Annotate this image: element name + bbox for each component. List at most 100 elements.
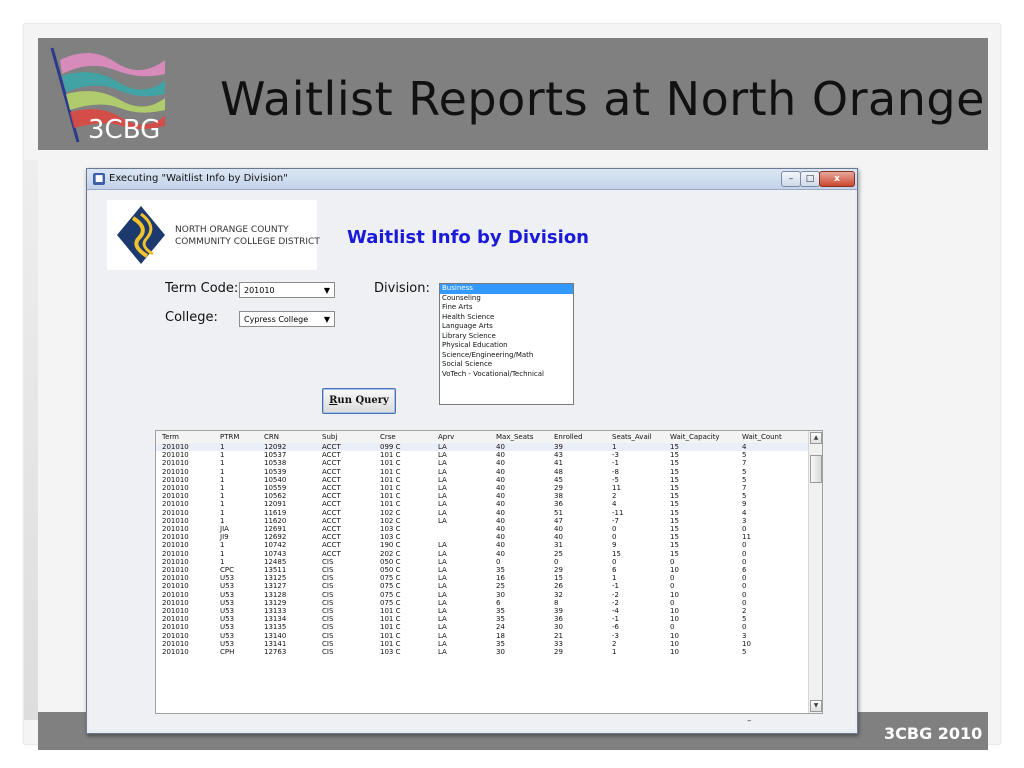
grid-column-header[interactable]: PTRM [220, 433, 239, 441]
term-code-select[interactable]: 201010 ▼ [239, 282, 335, 298]
table-row[interactable]: 201010 1 10538 ACCT 101 C LA 40 41 -1 15 7 [156, 459, 808, 467]
table-cell: 10540 [264, 475, 287, 484]
chevron-down-icon[interactable]: ▼ [810, 700, 822, 712]
grid-column-header[interactable]: Seats_Avail [612, 433, 652, 441]
table-cell: 40 [496, 484, 505, 492]
division-option[interactable]: Business [440, 284, 573, 294]
table-cell: 38 [554, 492, 563, 501]
table-row[interactable]: 201010 CPH 12763 CIS 103 C LA 30 29 1 10 5 [156, 648, 808, 656]
table-cell: 075 C [380, 598, 401, 607]
maximize-button[interactable]: □ [800, 171, 820, 187]
table-cell: 40 [496, 533, 505, 542]
table-row[interactable]: 201010 1 11619 ACCT 102 C LA 40 51 -11 15 4 [156, 509, 808, 517]
table-row[interactable]: 201010 U53 13134 CIS 101 C LA 35 36 -1 10 5 [156, 615, 808, 623]
table-cell: LA [438, 574, 447, 583]
grid-column-header[interactable]: CRN [264, 433, 279, 441]
table-cell: 201010 [162, 475, 189, 484]
table-cell: 48 [554, 467, 563, 476]
table-row[interactable]: 201010 U53 13129 CIS 075 C LA 6 8 -2 0 0 [156, 599, 808, 607]
table-cell: 0 [742, 549, 747, 558]
minimize-button[interactable]: – [781, 171, 801, 187]
term-code-label: Term Code: [165, 281, 239, 296]
division-option[interactable]: VoTech - Vocational/Technical [440, 370, 573, 380]
grid-column-header[interactable]: Term [162, 433, 179, 441]
grid-column-header[interactable]: Enrolled [554, 433, 583, 441]
district-name-line2: COMMUNITY COLLEGE DISTRICT [175, 237, 320, 247]
table-cell: U53 [220, 607, 235, 615]
table-cell: 16 [496, 574, 505, 583]
grid-scrollbar[interactable]: ▲ ▼ [808, 431, 822, 713]
table-cell: 40 [496, 500, 505, 509]
table-row[interactable]: 201010 U53 13135 CIS 101 C LA 24 30 -6 0 0 [156, 623, 808, 631]
table-cell: 10742 [264, 541, 287, 550]
table-cell: 47 [554, 516, 563, 525]
table-row[interactable]: 201010 1 12092 ACCT 099 C LA 40 39 1 15 4 [156, 443, 808, 452]
table-row[interactable]: 201010 1 10559 ACCT 101 C LA 40 29 11 15 7 [156, 484, 808, 492]
table-row[interactable]: 201010 JI9 12692 ACCT 103 C 40 40 0 15 11 [156, 533, 808, 541]
grid-column-header[interactable]: Crse [380, 433, 396, 441]
grid-column-header[interactable]: Max_Seats [496, 433, 533, 441]
table-cell: 2 [612, 639, 617, 648]
table-cell: 40 [496, 549, 505, 558]
table-row[interactable]: 201010 1 12091 ACCT 101 C LA 40 36 4 15 9 [156, 500, 808, 508]
division-listbox[interactable]: Business Counseling Fine Arts Health Scienc… [439, 283, 574, 405]
college-label: College: [165, 310, 218, 325]
table-row[interactable]: 201010 U53 13133 CIS 101 C LA 35 39 -4 10 2 [156, 607, 808, 615]
table-cell: CIS [322, 615, 334, 624]
table-cell: LA [438, 475, 447, 484]
table-cell: CIS [322, 631, 334, 640]
division-option[interactable]: Health Science [440, 313, 573, 323]
table-row[interactable]: 201010 U53 13125 CIS 075 C LA 16 15 1 0 0 [156, 574, 808, 582]
table-row[interactable]: 201010 U53 13128 CIS 075 C LA 30 32 -2 10 0 [156, 591, 808, 599]
table-cell: 201010 [162, 541, 189, 550]
division-option[interactable]: Social Science [440, 360, 573, 370]
division-option[interactable]: Language Arts [440, 322, 573, 332]
chevron-up-icon[interactable]: ▲ [810, 432, 822, 444]
district-logo-icon [117, 206, 165, 264]
run-query-button[interactable]: Run Query [322, 388, 396, 414]
scroll-thumb[interactable] [810, 455, 822, 483]
division-option[interactable]: Science/Engineering/Math [440, 351, 573, 361]
table-cell: CIS [322, 639, 334, 648]
results-grid[interactable]: Term PTRM CRN Subj Crse Aprv Max_Seats Enrolled… [155, 430, 823, 714]
table-cell: 39 [554, 443, 563, 451]
table-cell: 103 C [380, 533, 401, 542]
table-row[interactable]: 201010 U53 13140 CIS 101 C LA 18 21 -3 10 3 [156, 632, 808, 640]
slide-title: Waitlist Reports at North Orange [220, 72, 985, 126]
table-row[interactable]: 201010 1 11620 ACCT 102 C LA 40 47 -7 15 3 [156, 517, 808, 525]
table-cell: 40 [496, 451, 505, 460]
table-row[interactable]: 201010 JIA 12691 ACCT 103 C 40 40 0 15 0 [156, 525, 808, 533]
table-cell: 101 C [380, 451, 401, 460]
close-button[interactable]: x [819, 171, 855, 187]
table-cell: CIS [322, 607, 334, 615]
table-cell: -7 [612, 516, 619, 525]
division-option[interactable]: Fine Arts [440, 303, 573, 313]
division-option[interactable]: Physical Education [440, 341, 573, 351]
table-row[interactable]: 201010 U53 13141 CIS 101 C LA 35 33 2 10 10 [156, 640, 808, 648]
window-titlebar[interactable]: ■ Executing "Waitlist Info by Division" … [87, 169, 857, 190]
table-row[interactable]: 201010 1 10562 ACCT 101 C LA 40 38 2 15 5 [156, 492, 808, 500]
table-cell: 201010 [162, 443, 189, 451]
college-select[interactable]: Cypress College ▼ [239, 311, 335, 327]
table-row[interactable]: 201010 U53 13127 CIS 075 C LA 25 26 -1 0 0 [156, 582, 808, 590]
table-cell: -1 [612, 582, 619, 591]
table-row[interactable]: 201010 1 10537 ACCT 101 C LA 40 43 -3 15 5 [156, 451, 808, 459]
table-cell: LA [438, 582, 447, 591]
table-cell: 101 C [380, 500, 401, 509]
grid-column-header[interactable]: Aprv [438, 433, 454, 441]
table-cell: 0 [612, 533, 617, 542]
table-row[interactable]: 201010 1 12485 CIS 050 C LA 0 0 0 0 0 [156, 558, 808, 566]
table-row[interactable]: 201010 1 10742 ACCT 190 C LA 40 31 9 15 0 [156, 541, 808, 549]
table-row[interactable]: 201010 1 10539 ACCT 101 C LA 40 48 -8 15 5 [156, 468, 808, 476]
division-option[interactable]: Counseling [440, 294, 573, 304]
grid-column-header[interactable]: Wait_Count [742, 433, 782, 441]
grid-column-header[interactable]: Wait_Capacity [670, 433, 720, 441]
table-row[interactable]: 201010 CPC 13511 CIS 050 C LA 35 29 6 10 6 [156, 566, 808, 574]
table-row[interactable]: 201010 1 10540 ACCT 101 C LA 40 45 -5 15 5 [156, 476, 808, 484]
table-cell: ACCT [322, 516, 341, 525]
division-option[interactable]: Library Science [440, 332, 573, 342]
table-cell: 201010 [162, 566, 189, 574]
grid-column-header[interactable]: Subj [322, 433, 337, 441]
table-cell: 202 C [380, 549, 401, 558]
table-row[interactable]: 201010 1 10743 ACCT 202 C LA 40 25 15 15 0 [156, 550, 808, 558]
